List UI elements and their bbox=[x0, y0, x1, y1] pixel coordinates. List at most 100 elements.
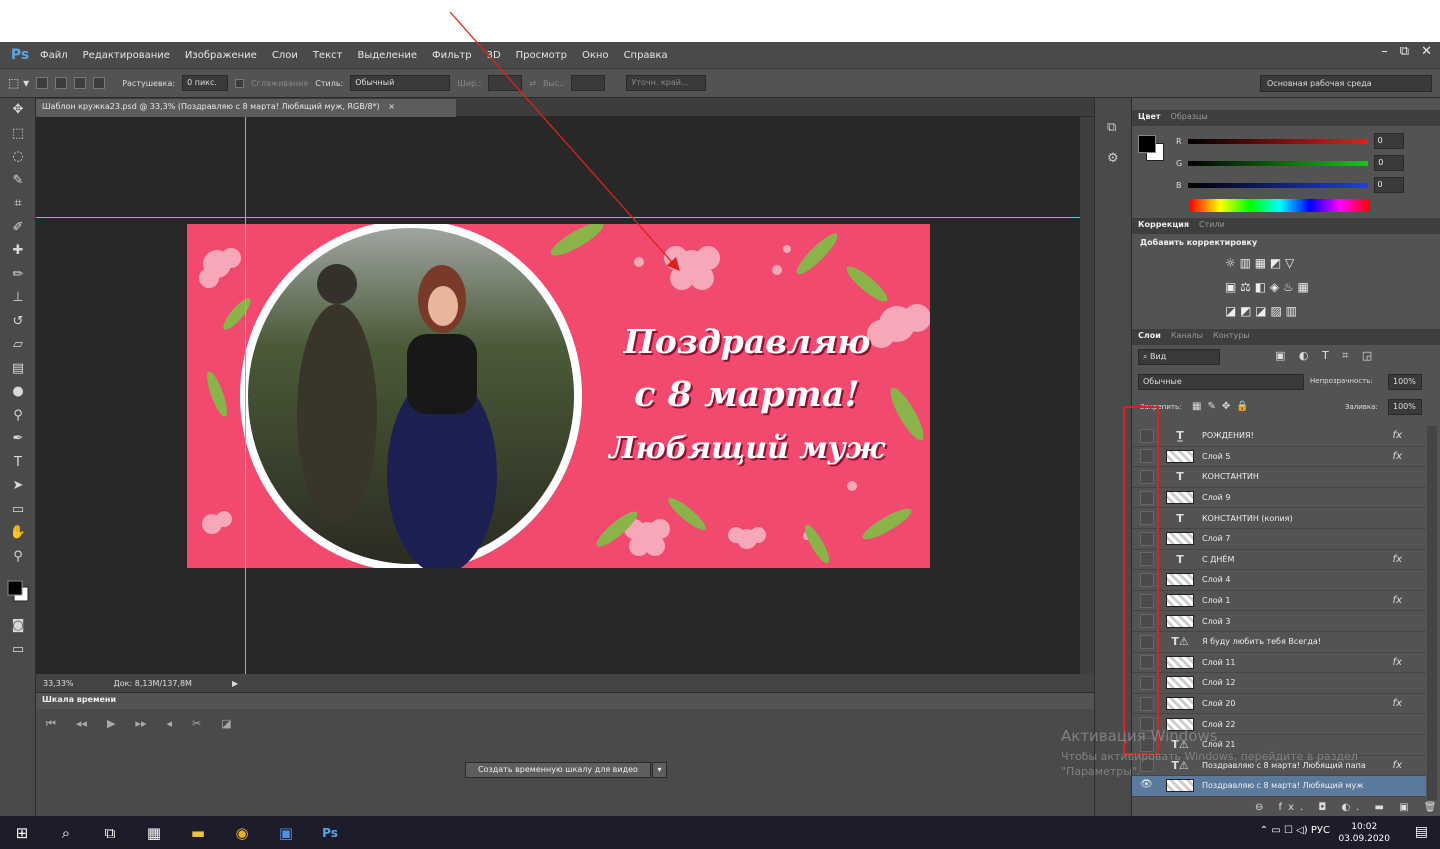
status-arrow-icon[interactable]: ▶ bbox=[232, 679, 238, 688]
layers-bottom-bar[interactable]: ⊖ fx. ◘ ◐. ▬ ▣ 🗑 bbox=[1255, 802, 1440, 813]
layer-row[interactable]: Слой 9 bbox=[1132, 488, 1426, 509]
layer-effects-icon[interactable]: fx bbox=[1393, 760, 1402, 771]
layer-row[interactable]: T⚠ Я буду любить тебя Всегда! bbox=[1132, 632, 1426, 653]
green-slider[interactable] bbox=[1188, 160, 1369, 166]
layer-row[interactable]: 👁 Поздравляю с 8 марта! Любящий муж bbox=[1132, 776, 1426, 797]
menu-text[interactable]: Текст bbox=[313, 50, 343, 61]
menu-image[interactable]: Изображение bbox=[185, 50, 257, 61]
canvas-scrollbar[interactable] bbox=[1080, 117, 1094, 674]
zoom-level[interactable]: 33,33% bbox=[43, 679, 74, 688]
layer-row[interactable]: Слой 20 fx bbox=[1132, 694, 1426, 715]
lasso-tool-icon[interactable]: ◌ bbox=[0, 145, 36, 169]
layer-effects-icon[interactable]: fx bbox=[1393, 657, 1402, 668]
clock[interactable]: 10:02 03.09.2020 bbox=[1338, 821, 1390, 845]
audio-icon[interactable]: ◂ bbox=[166, 717, 172, 731]
eyedropper-icon[interactable]: ✐ bbox=[0, 216, 36, 240]
tab-layers[interactable]: Слои bbox=[1138, 331, 1161, 343]
vertical-guide[interactable] bbox=[245, 117, 246, 674]
properties-panel-icon[interactable]: ⚙ bbox=[1107, 151, 1131, 166]
layer-visibility-toggle[interactable]: 👁 bbox=[1140, 779, 1154, 793]
blue-slider[interactable] bbox=[1187, 182, 1368, 188]
layer-row[interactable]: Слой 3 bbox=[1132, 611, 1426, 632]
crop-tool-icon[interactable]: ⌗ bbox=[0, 192, 36, 216]
quick-select-icon[interactable]: ✎ bbox=[0, 169, 36, 193]
height-input[interactable] bbox=[571, 75, 606, 91]
layer-effects-icon[interactable]: fx bbox=[1393, 554, 1402, 565]
calculator-icon[interactable]: ▦ bbox=[132, 824, 176, 842]
pen-tool-icon[interactable]: ✒ bbox=[0, 427, 36, 451]
tab-paths[interactable]: Контуры bbox=[1213, 331, 1250, 343]
stamp-tool-icon[interactable]: ⊥ bbox=[0, 286, 36, 310]
layer-row[interactable]: Слой 4 bbox=[1132, 570, 1426, 591]
document-tab[interactable]: Шаблон кружка23.psd @ 33,3% (Поздравляю … bbox=[36, 99, 456, 117]
layer-row[interactable]: Слой 7 bbox=[1132, 529, 1426, 550]
layer-effects-icon[interactable]: fx bbox=[1393, 451, 1402, 462]
restore-button[interactable]: ⧉ bbox=[1400, 44, 1409, 59]
close-tab-icon[interactable]: × bbox=[388, 102, 395, 111]
adjustment-icons-row-2[interactable]: ▣ ⚖ ◧ ◈ ♨ ▦ bbox=[1225, 280, 1309, 294]
notification-icon[interactable]: ▤ bbox=[1415, 824, 1428, 840]
red-value[interactable]: 0 bbox=[1373, 133, 1404, 149]
fill-input[interactable]: 100% bbox=[1388, 399, 1422, 415]
red-slider[interactable] bbox=[1187, 138, 1368, 144]
move-tool-icon[interactable]: ✥ bbox=[0, 98, 36, 122]
search-icon[interactable]: ⌕ bbox=[44, 824, 88, 842]
quick-mask-icon[interactable]: ◙ bbox=[0, 614, 36, 638]
prev-frame-icon[interactable]: ◂◂ bbox=[76, 717, 87, 731]
opacity-input[interactable]: 100% bbox=[1388, 374, 1422, 390]
layer-row[interactable]: T С ДНЁМ fx bbox=[1132, 550, 1426, 571]
intersect-selection-icon[interactable] bbox=[93, 77, 106, 89]
create-video-timeline-button[interactable]: Создать временную шкалу для видео bbox=[465, 762, 651, 778]
adjustment-icons-row-1[interactable]: ☼ ▥ ▦ ◩ ▽ bbox=[1225, 256, 1294, 270]
hand-tool-icon[interactable]: ✋ bbox=[0, 521, 36, 545]
menu-select[interactable]: Выделение bbox=[357, 50, 417, 61]
layer-row[interactable]: T̲ РОЖДЕНИЯ! fx bbox=[1132, 426, 1426, 447]
next-frame-icon[interactable]: ▸▸ bbox=[135, 717, 146, 731]
layer-kind-filter[interactable]: ⌕ Вид bbox=[1138, 349, 1220, 365]
width-input[interactable] bbox=[488, 75, 523, 91]
tab-swatches[interactable]: Образцы bbox=[1171, 112, 1208, 124]
new-selection-icon[interactable] bbox=[36, 77, 49, 89]
start-icon[interactable]: ⊞ bbox=[0, 824, 44, 842]
green-value[interactable]: 0 bbox=[1374, 155, 1405, 171]
history-panel-icon[interactable]: ⧉ bbox=[1107, 120, 1131, 135]
refine-edge-button[interactable]: Уточн. край... bbox=[626, 75, 707, 91]
gradient-icon[interactable]: ▤ bbox=[0, 357, 36, 381]
word-icon[interactable]: ▣ bbox=[264, 824, 308, 842]
close-button[interactable]: ✕ bbox=[1421, 44, 1432, 59]
marquee-tool-icon[interactable]: ⬚ bbox=[0, 122, 36, 146]
blend-mode-select[interactable]: Обычные bbox=[1138, 374, 1304, 390]
task-view-icon[interactable]: ⧉ bbox=[88, 824, 132, 842]
menu-edit[interactable]: Редактирование bbox=[83, 50, 170, 61]
horizontal-guide[interactable] bbox=[36, 217, 1080, 218]
menu-filter[interactable]: Фильтр bbox=[432, 50, 472, 61]
tab-styles[interactable]: Стили bbox=[1199, 220, 1225, 232]
timeline-dropdown-icon[interactable]: ▾ bbox=[652, 762, 667, 778]
swap-icon[interactable]: ⇄ bbox=[529, 79, 536, 88]
first-frame-icon[interactable]: ⏮ bbox=[46, 717, 56, 731]
eraser-icon[interactable]: ▱ bbox=[0, 333, 36, 357]
dodge-tool-icon[interactable]: ⚲ bbox=[0, 404, 36, 428]
layer-row[interactable]: T КОНСТАНТИН (копия) bbox=[1132, 508, 1426, 529]
chrome-icon[interactable]: ◉ bbox=[220, 824, 264, 842]
screen-mode-icon[interactable]: ▭ bbox=[0, 638, 36, 662]
tab-adjustments[interactable]: Коррекция bbox=[1138, 220, 1189, 232]
antialias-checkbox[interactable] bbox=[235, 78, 245, 88]
color-spectrum[interactable] bbox=[1190, 199, 1370, 212]
minimize-button[interactable]: – bbox=[1381, 44, 1388, 59]
add-selection-icon[interactable] bbox=[55, 77, 68, 89]
color-swatches-icon[interactable] bbox=[0, 568, 36, 614]
photoshop-taskbar-icon[interactable]: Ps bbox=[308, 826, 352, 840]
lock-icons[interactable]: ▦✎✥🔒 bbox=[1192, 401, 1255, 412]
layer-effects-icon[interactable]: fx bbox=[1393, 430, 1402, 441]
layer-row[interactable]: T КОНСТАНТИН bbox=[1132, 467, 1426, 488]
transition-icon[interactable]: ◪ bbox=[221, 717, 231, 731]
blur-tool-icon[interactable]: ● bbox=[0, 380, 36, 404]
marquee-tool-icon[interactable]: ⬚ ▾ bbox=[8, 76, 29, 90]
subtract-selection-icon[interactable] bbox=[74, 77, 87, 89]
layer-row[interactable]: Слой 12 bbox=[1132, 673, 1426, 694]
menu-window[interactable]: Окно bbox=[582, 50, 609, 61]
layer-effects-icon[interactable]: fx bbox=[1393, 595, 1402, 606]
feather-input[interactable]: 0 пикс. bbox=[182, 75, 229, 91]
split-icon[interactable]: ✂ bbox=[192, 717, 201, 731]
